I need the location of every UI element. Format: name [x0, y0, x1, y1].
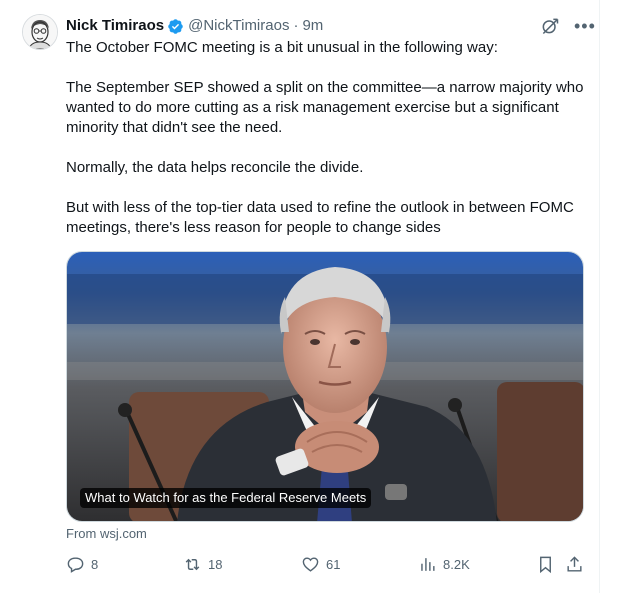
link-source[interactable]: From wsj.com	[66, 526, 147, 541]
grok-icon[interactable]	[540, 16, 560, 36]
like-count: 61	[326, 557, 341, 572]
link-card-caption: What to Watch for as the Federal Reserve…	[80, 488, 372, 508]
tweet-paragraph: The October FOMC meeting is a bit unusua…	[66, 39, 498, 56]
tweet-text: The October FOMC meeting is a bit unusua…	[66, 38, 586, 238]
more-icon[interactable]: •••	[574, 16, 596, 36]
display-name[interactable]: Nick Timiraos	[66, 16, 164, 36]
separator-dot: ·	[293, 17, 299, 34]
avatar[interactable]	[22, 14, 58, 50]
tweet-actions: 8 18 61 8.2K	[66, 555, 586, 577]
views-count: 8.2K	[443, 557, 470, 572]
heart-icon	[302, 557, 319, 572]
share-icon	[567, 556, 582, 572]
views-icon	[421, 558, 435, 571]
repost-count: 18	[208, 557, 223, 572]
reply-count: 8	[91, 557, 99, 572]
tweet-top-actions: •••	[540, 16, 596, 36]
user-handle[interactable]: @NickTimiraos	[188, 16, 289, 36]
reply-icon	[67, 557, 84, 573]
like-button[interactable]: 61	[301, 555, 340, 574]
tweet-paragraph: Normally, the data helps reconcile the d…	[66, 159, 364, 176]
link-card-image[interactable]: What to Watch for as the Federal Reserve…	[66, 251, 584, 522]
verified-badge-icon	[167, 18, 184, 35]
tweet-paragraph: But with less of the top-tier data used …	[66, 199, 574, 236]
views-button[interactable]: 8.2K	[418, 555, 470, 574]
repost-button[interactable]: 18	[183, 555, 222, 574]
bookmark-icon	[540, 556, 551, 574]
news-photo	[67, 252, 583, 521]
tweet-card[interactable]: Nick Timiraos @NickTimiraos · 9m ••• The…	[0, 0, 600, 593]
timestamp[interactable]: 9m	[302, 16, 323, 36]
share-button[interactable]	[565, 555, 584, 574]
tweet-header: Nick Timiraos @NickTimiraos · 9m	[66, 16, 323, 36]
reply-button[interactable]: 8	[66, 555, 98, 574]
tweet-paragraph: The September SEP showed a split on the …	[66, 79, 584, 136]
repost-icon	[185, 558, 200, 571]
bookmark-button[interactable]	[536, 555, 555, 574]
